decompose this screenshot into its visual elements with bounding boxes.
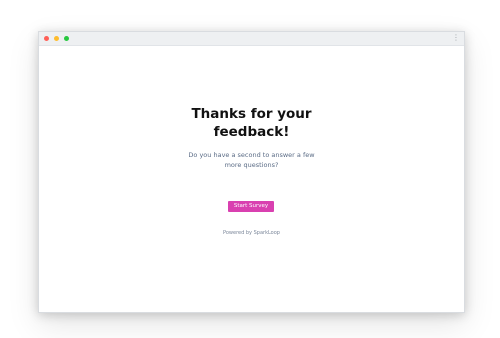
survey-content: Thanks for your feedback! Do you have a … xyxy=(39,46,464,312)
page-stage: ⋮ Thanks for your feedback! Do you have … xyxy=(0,0,500,338)
prompt-line-2: more questions? xyxy=(224,160,279,169)
maximize-window-dot[interactable] xyxy=(64,36,69,41)
more-vertical-icon[interactable]: ⋮ xyxy=(452,33,460,43)
heading-line-1: Thanks for your xyxy=(191,106,312,122)
minimize-window-dot[interactable] xyxy=(54,36,59,41)
close-window-dot[interactable] xyxy=(44,36,49,41)
start-survey-button[interactable]: Start Survey xyxy=(228,201,274,212)
powered-by-text: Powered by SparkLoop xyxy=(223,230,280,236)
browser-window: ⋮ Thanks for your feedback! Do you have … xyxy=(38,31,465,313)
survey-prompt: Do you have a second to answer a few mor… xyxy=(177,151,327,170)
window-titlebar: ⋮ xyxy=(39,32,464,46)
prompt-line-1: Do you have a second to answer a few xyxy=(188,151,315,159)
thanks-heading: Thanks for your feedback! xyxy=(39,105,464,141)
heading-line-2: feedback! xyxy=(213,124,290,140)
